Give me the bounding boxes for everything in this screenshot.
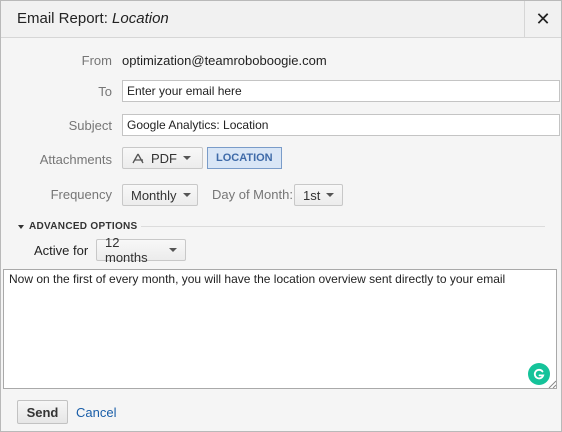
resize-grip-icon[interactable] — [548, 380, 556, 388]
send-button[interactable]: Send — [17, 400, 68, 424]
frequency-label: Frequency — [50, 187, 112, 202]
email-report-dialog: Email Report: Location ✕ From optimizati… — [0, 0, 562, 432]
attachments-label: Attachments — [39, 152, 112, 167]
close-button[interactable]: ✕ — [524, 1, 561, 37]
close-icon: ✕ — [535, 8, 551, 29]
active-for-label: Active for — [34, 243, 89, 258]
chevron-down-icon — [169, 248, 177, 252]
message-textarea[interactable]: Now on the first of every month, you wil… — [3, 269, 557, 389]
active-for-value: 12 months — [105, 235, 148, 265]
day-of-month-label: Day of Month: — [212, 187, 293, 202]
chevron-down-icon — [18, 224, 24, 229]
from-value: optimization@teamroboboogie.com — [122, 53, 327, 68]
day-of-month-value: 1st — [303, 187, 321, 203]
to-field[interactable] — [122, 80, 560, 102]
advanced-options-toggle[interactable]: ADVANCED OPTIONS — [18, 221, 138, 232]
dialog-footer: Send Cancel — [1, 391, 561, 431]
dialog-title-prefix: Email Report: — [17, 10, 108, 27]
attachment-report-tag[interactable]: LOCATION — [207, 147, 282, 169]
advanced-options-label: ADVANCED OPTIONS — [29, 221, 138, 232]
frequency-value: Monthly — [131, 187, 177, 203]
chevron-down-icon — [326, 193, 335, 197]
chevron-down-icon — [182, 193, 191, 197]
to-label: To — [98, 84, 112, 99]
frequency-dropdown[interactable]: Monthly — [122, 184, 198, 206]
dialog-titlebar: Email Report: Location ✕ — [1, 1, 561, 38]
subject-field[interactable] — [122, 114, 560, 136]
day-of-month-dropdown[interactable]: 1st — [294, 184, 343, 206]
active-for-dropdown[interactable]: 12 months — [96, 235, 186, 265]
subject-label: Subject — [68, 118, 112, 133]
chevron-down-icon — [183, 156, 191, 160]
attachment-format-dropdown[interactable]: PDF — [122, 147, 203, 169]
dialog-title: Email Report: Location — [17, 10, 169, 27]
attachment-format-value: PDF — [151, 150, 177, 166]
cancel-link[interactable]: Cancel — [76, 405, 116, 420]
dialog-title-report: Location — [112, 10, 169, 27]
pdf-icon — [131, 152, 145, 164]
advanced-divider — [141, 226, 545, 227]
from-label: From — [81, 53, 112, 68]
grammarly-icon[interactable] — [528, 363, 550, 385]
